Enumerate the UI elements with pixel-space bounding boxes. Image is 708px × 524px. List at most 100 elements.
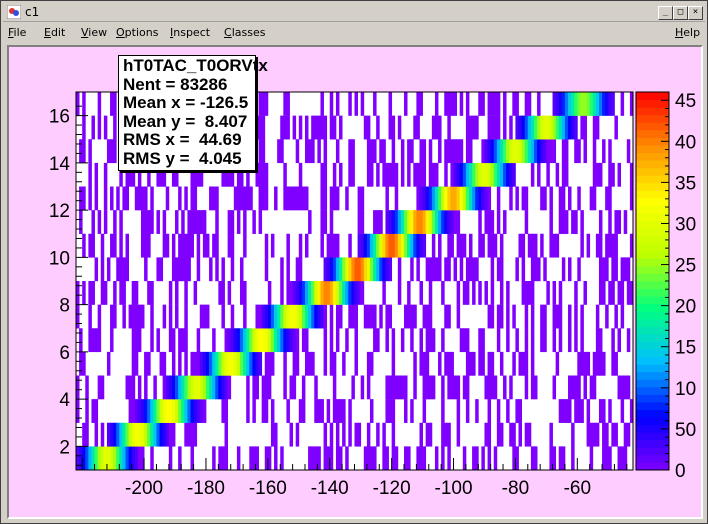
histogram-bin [441,281,445,305]
histogram-bin [202,399,207,423]
histogram-bin [267,351,272,376]
histogram-bin [595,92,600,116]
histogram-bin [583,139,587,164]
histogram-bin [147,281,151,305]
histogram-bin [453,257,458,282]
histogram-bin [580,399,584,423]
histogram-bin [147,210,151,234]
histogram-bin [475,257,479,282]
palette-band [636,114,669,123]
histogram-bin [574,115,578,140]
plot-canvas[interactable]: -200 -180 -160 -140 -120 -100 -80 -60 2 4 6 8 10 12 14… [7,45,703,519]
histogram-bin [382,139,386,164]
histogram-bin [441,375,445,400]
histogram-bin [100,281,105,305]
menu-classes[interactable]: Classes [224,26,265,39]
histogram-bin [608,139,612,164]
histogram-bin [400,233,405,258]
histogram-bin [589,186,594,211]
histogram-bin [140,304,145,329]
histogram-bin [122,304,126,329]
histogram-bin [196,399,201,423]
histogram-bin [119,233,123,258]
histogram-bin [530,328,535,353]
histogram-bin [184,375,188,400]
histogram-bin [193,399,198,423]
menu-help[interactable]: Help [675,26,700,39]
histogram-bin [301,281,306,305]
histogram-bin [171,328,176,353]
histogram-bin [472,162,476,187]
palette-band [636,220,669,229]
histogram-bin [493,92,498,116]
histogram-bin [150,328,154,353]
histogram-bin [543,328,547,353]
histogram-bin [283,115,287,140]
histogram-bin [103,186,108,211]
histogram-bin [97,446,102,471]
histogram-bin [311,115,315,140]
histogram-bin [602,281,606,305]
histogram-bin [342,422,346,447]
menu-options[interactable]: Options [116,26,158,39]
maximize-button[interactable]: □ [673,6,688,20]
histogram-bin [422,399,427,423]
histogram-bin [221,375,225,400]
histogram-bin [122,281,126,305]
histogram-bin [369,257,374,282]
histogram-bin [481,162,485,187]
histogram-bin [144,257,148,282]
palette-band [636,394,669,403]
histogram-bin [196,233,201,258]
histogram-bin [555,92,560,116]
x-tick-label: -60 [564,478,591,499]
histogram-bin [428,210,433,234]
histogram-2d-plot[interactable]: -200 -180 -160 -140 -120 -100 -80 -60 2 4 6 8 10 12 14… [9,47,701,517]
menu-file[interactable]: File [8,26,26,39]
histogram-bin [453,375,458,400]
palette-tick-label: 50 [675,420,696,441]
histogram-bin [577,92,581,116]
histogram-bin [119,422,123,447]
histogram-bin [317,281,321,305]
histogram-bin [580,304,584,329]
histogram-bin [410,210,414,234]
histogram-bin [193,186,198,211]
histogram-bin [419,328,423,353]
histogram-bin [394,162,399,187]
histogram-bin [360,186,365,211]
root-app-icon [7,5,21,19]
histogram-bin [178,375,182,400]
histogram-bin [209,186,213,211]
menu-edit[interactable]: Edit [44,26,65,39]
histogram-bin [205,304,210,329]
histogram-bin [82,186,86,211]
histogram-bin [280,139,284,164]
histogram-bin [602,399,606,423]
histogram-bin [147,422,151,447]
menu-inspect[interactable]: Inspect [170,26,210,39]
menu-view[interactable]: View [81,26,107,39]
histogram-bin [175,375,179,400]
histogram-bin [499,162,504,187]
histogram-bin [487,399,492,423]
histogram-bin [376,422,380,447]
histogram-bin [410,233,414,258]
stats-box[interactable]: hT0TAC_T0ORVtx Nent = 83286 Mean x = -12… [118,55,268,171]
histogram-bin [221,351,225,376]
histogram-bin [140,399,145,423]
histogram-bin [521,233,526,258]
close-button[interactable]: × [688,6,703,20]
histogram-bin [503,115,507,140]
histogram-bin [499,139,504,164]
histogram-bin [552,115,557,140]
histogram-bin [595,422,600,447]
histogram-bin [82,139,86,164]
histogram-bin [416,210,420,234]
minimize-button[interactable]: _ [658,6,673,20]
histogram-bin [329,422,334,447]
histogram-bin [131,351,136,376]
title-bar[interactable]: c1 _ □ × [3,3,705,22]
histogram-bin [134,422,139,447]
histogram-bin [243,328,247,353]
